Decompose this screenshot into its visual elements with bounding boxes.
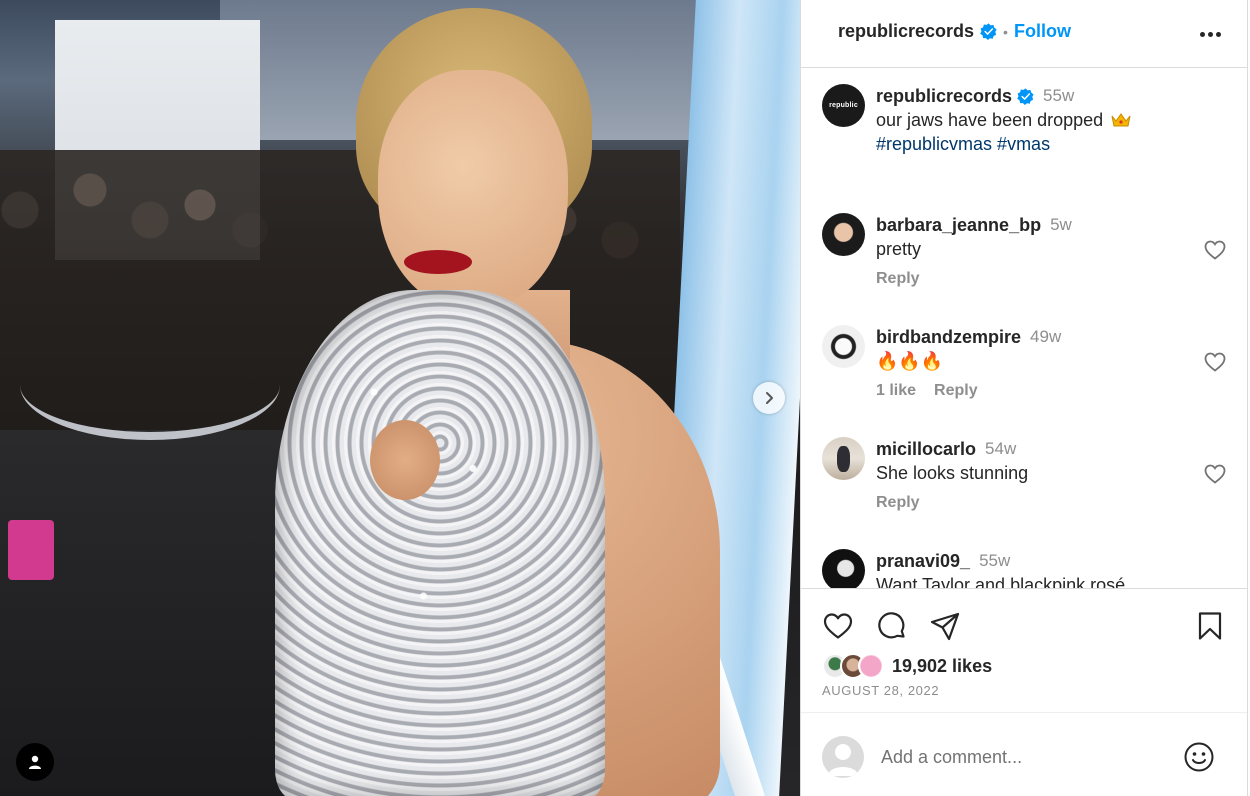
comment-username[interactable]: birdbandzempire <box>876 327 1021 348</box>
tagged-users-button[interactable] <box>16 743 54 781</box>
post-media[interactable] <box>0 0 800 796</box>
author-row: republicrecords • Follow <box>838 21 1071 42</box>
commenter-avatar[interactable] <box>822 325 865 368</box>
post-actions: 19,902 likes AUGUST 28, 2022 <box>801 588 1247 712</box>
caption-hashtags[interactable]: #republicvmas #vmas <box>876 132 1226 156</box>
comment-timestamp[interactable]: 55w <box>979 551 1010 571</box>
header-separator: • <box>1003 23 1008 40</box>
crystal-dress <box>275 290 605 796</box>
crown-emoji-icon <box>1111 113 1131 127</box>
comment-item: pranavi09_ 55w Want Taylor and blackpink… <box>822 549 1232 588</box>
author-username[interactable]: republicrecords <box>838 21 974 42</box>
user-tag-icon <box>29 755 41 769</box>
comment-item: barbara_jeanne_bp 5w pretty Reply <box>822 213 1232 313</box>
comment-username[interactable]: barbara_jeanne_bp <box>876 215 1041 236</box>
next-image-button[interactable] <box>753 382 785 414</box>
heart-icon[interactable] <box>1203 238 1227 262</box>
comment-timestamp[interactable]: 49w <box>1030 327 1061 347</box>
comment-like-count[interactable]: 1 like <box>876 382 916 400</box>
liker-avatar <box>858 653 884 679</box>
comment-text: Want Taylor and blackpink rosé <box>876 575 1126 588</box>
comment-text: She looks stunning <box>876 463 1029 483</box>
reply-button[interactable]: Reply <box>934 382 978 400</box>
smiley-icon[interactable] <box>1183 741 1215 773</box>
caption-timestamp[interactable]: 55w <box>1043 86 1074 106</box>
heart-icon[interactable] <box>822 610 854 642</box>
velvet-rope <box>20 330 280 440</box>
caption-username[interactable]: republicrecords <box>876 86 1012 107</box>
author-avatar[interactable]: republic <box>822 84 865 127</box>
default-avatar-icon <box>828 744 858 776</box>
dress-keyhole <box>370 420 440 500</box>
comment-item: birdbandzempire 49w 🔥🔥🔥 1 like Reply <box>822 325 1232 425</box>
chevron-right-icon <box>766 392 773 404</box>
follow-button[interactable]: Follow <box>1014 21 1071 42</box>
commenter-avatar[interactable] <box>822 437 865 480</box>
comment-text: 🔥🔥🔥 <box>876 351 944 371</box>
comment-timestamp[interactable]: 5w <box>1050 215 1072 235</box>
comment-item: micillocarlo 54w She looks stunning Repl… <box>822 437 1232 537</box>
caption-body: republicrecords 55w our jaws have been d… <box>876 84 1226 156</box>
reply-button[interactable]: Reply <box>876 494 920 512</box>
figure-face <box>378 70 568 310</box>
comments-list[interactable]: republic republicrecords 55w our jaws ha… <box>801 68 1247 588</box>
heart-icon[interactable] <box>1203 462 1227 486</box>
verified-badge-icon <box>1017 87 1034 105</box>
comment-text: pretty <box>876 239 922 259</box>
bookmark-icon[interactable] <box>1194 610 1226 642</box>
pink-stool <box>8 520 54 580</box>
comment-timestamp[interactable]: 54w <box>985 439 1016 459</box>
heart-icon[interactable] <box>1203 350 1227 374</box>
commenter-avatar[interactable] <box>822 213 865 256</box>
commenter-avatar[interactable] <box>822 549 865 588</box>
current-user-avatar <box>822 736 864 778</box>
comment-icon[interactable] <box>876 610 908 642</box>
more-options-icon[interactable] <box>1198 22 1222 46</box>
add-comment-bar <box>801 712 1247 796</box>
reply-button[interactable]: Reply <box>876 270 920 288</box>
post-header: republicrecords • Follow <box>801 0 1247 68</box>
likes-count[interactable]: 19,902 likes <box>892 656 992 677</box>
figure-lips <box>404 250 472 274</box>
likes-summary: 19,902 likes <box>822 653 992 679</box>
caption-text: our jaws have been dropped <box>876 110 1104 130</box>
post-date: AUGUST 28, 2022 <box>822 683 940 698</box>
verified-badge-icon <box>980 23 997 40</box>
share-icon[interactable] <box>929 610 961 642</box>
author-avatar-logo: republic <box>829 102 858 109</box>
comment-username[interactable]: pranavi09_ <box>876 551 970 572</box>
post-side-panel: republicrecords • Follow republic republ… <box>800 0 1248 796</box>
add-comment-input[interactable] <box>881 743 1181 771</box>
comment-username[interactable]: micillocarlo <box>876 439 976 460</box>
